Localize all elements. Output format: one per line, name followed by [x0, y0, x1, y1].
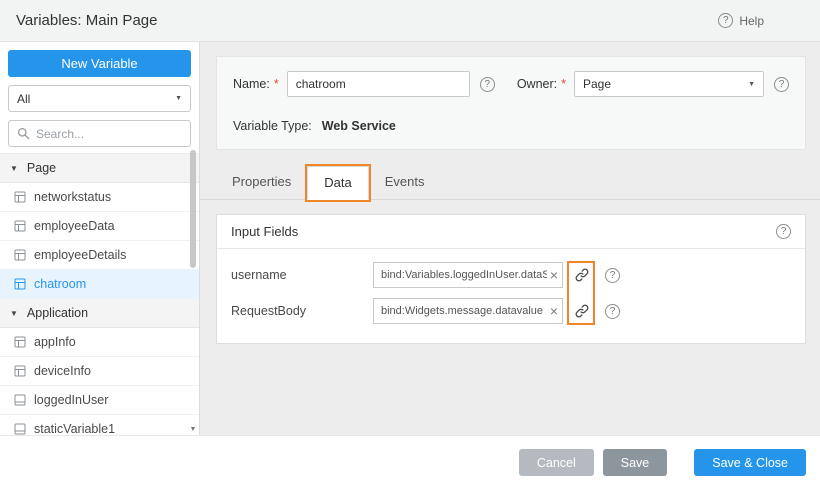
- help-label: Help: [739, 14, 764, 28]
- bind-link-icon[interactable]: [571, 299, 593, 323]
- tree-group-page[interactable]: ▼ Page: [0, 154, 199, 183]
- new-variable-button[interactable]: New Variable: [8, 50, 191, 77]
- clear-icon[interactable]: ×: [550, 304, 558, 318]
- owner-value: Page: [583, 77, 611, 91]
- help-icon: ?: [718, 13, 733, 28]
- search-icon: [17, 127, 30, 140]
- tree-item-label: networkstatus: [34, 190, 111, 204]
- help-button[interactable]: ? Help: [718, 13, 764, 28]
- filter-value: All: [17, 92, 30, 106]
- sidebar-scrollbar[interactable]: ▼: [189, 150, 197, 433]
- input-fields-help-icon[interactable]: ?: [776, 224, 791, 239]
- variable-icon: [14, 249, 26, 261]
- collapse-caret-icon: ▼: [10, 309, 18, 318]
- input-fields-panel: Input Fields ? username bind:Variables.l…: [216, 214, 806, 344]
- header: Variables: Main Page ? Help: [0, 0, 820, 42]
- filter-dropdown[interactable]: All ▼: [8, 85, 191, 112]
- username-help-icon[interactable]: ?: [605, 268, 620, 283]
- page-title: Variables: Main Page: [16, 12, 157, 29]
- tree-item-deviceinfo[interactable]: deviceInfo: [0, 357, 199, 386]
- tree-item-label: employeeDetails: [34, 248, 126, 262]
- tree-item-label: loggedInUser: [34, 393, 108, 407]
- tree-item-label: staticVariable1: [34, 422, 115, 435]
- chevron-down-icon: ▼: [175, 95, 182, 102]
- bind-expression: bind:Widgets.message.datavalue: [381, 305, 547, 317]
- name-input[interactable]: [287, 71, 470, 97]
- variable-icon: [14, 423, 26, 435]
- panel-title: Input Fields: [231, 224, 298, 239]
- variables-dialog: Variables: Main Page ? Help New Variable…: [0, 0, 820, 489]
- tree-item-employeedata[interactable]: employeeData: [0, 212, 199, 241]
- name-label: Name:: [233, 77, 270, 91]
- tree-item-chatroom[interactable]: chatroom: [0, 270, 199, 299]
- variable-icon: [14, 394, 26, 406]
- input-field-row-username: username bind:Variables.loggedInUser.dat…: [231, 257, 791, 293]
- clear-icon[interactable]: ×: [550, 268, 558, 282]
- requestbody-help-icon[interactable]: ?: [605, 304, 620, 319]
- variable-icon: [14, 278, 26, 290]
- owner-dropdown[interactable]: Page ▼: [574, 71, 764, 97]
- tree-item-label: deviceInfo: [34, 364, 91, 378]
- owner-label: Owner:: [517, 77, 557, 91]
- variable-tree: ▼ Page networkstatus employeeData employ…: [0, 153, 199, 435]
- cancel-button[interactable]: Cancel: [519, 449, 594, 476]
- collapse-caret-icon: ▼: [10, 164, 18, 173]
- chevron-down-icon: ▼: [748, 81, 755, 88]
- username-bind-input[interactable]: bind:Variables.loggedInUser.dataSet.na ×: [373, 262, 563, 288]
- tree-group-label: Page: [27, 161, 56, 175]
- search-box: [8, 120, 191, 147]
- tree-item-label: appInfo: [34, 335, 76, 349]
- field-label: RequestBody: [231, 304, 373, 318]
- tab-data[interactable]: Data: [307, 166, 368, 200]
- tree-group-label: Application: [27, 306, 88, 320]
- save-button[interactable]: Save: [603, 449, 668, 476]
- tab-events[interactable]: Events: [369, 166, 441, 199]
- tree-item-loggedinuser[interactable]: loggedInUser: [0, 386, 199, 415]
- bind-expression: bind:Variables.loggedInUser.dataSet.na: [381, 269, 547, 281]
- required-marker: *: [561, 77, 566, 91]
- required-marker: *: [274, 77, 279, 91]
- tab-bar: Properties Data Events: [200, 166, 820, 200]
- field-label: username: [231, 268, 373, 282]
- tree-item-employeedetails[interactable]: employeeDetails: [0, 241, 199, 270]
- variable-icon: [14, 220, 26, 232]
- input-field-row-requestbody: RequestBody bind:Widgets.message.dataval…: [231, 293, 791, 329]
- variable-icon: [14, 191, 26, 203]
- bind-link-icon[interactable]: [571, 263, 593, 287]
- variable-form: Name: * ? Owner: * Page ▼ ? V: [216, 56, 806, 150]
- name-help-icon[interactable]: ?: [480, 77, 495, 92]
- tree-group-application[interactable]: ▼ Application: [0, 299, 199, 328]
- variable-icon: [14, 365, 26, 377]
- variable-type-value: Web Service: [322, 119, 396, 133]
- main-content: Name: * ? Owner: * Page ▼ ? V: [200, 42, 820, 435]
- footer-actions: Cancel Save Save & Close: [0, 435, 820, 489]
- scrollbar-thumb[interactable]: [190, 150, 196, 268]
- tree-item-staticvariable1[interactable]: staticVariable1: [0, 415, 199, 435]
- tab-properties[interactable]: Properties: [216, 166, 307, 199]
- tree-item-appinfo[interactable]: appInfo: [0, 328, 199, 357]
- requestbody-bind-input[interactable]: bind:Widgets.message.datavalue ×: [373, 298, 563, 324]
- owner-help-icon[interactable]: ?: [774, 77, 789, 92]
- save-and-close-button[interactable]: Save & Close: [694, 449, 806, 476]
- variable-type-label: Variable Type:: [233, 119, 312, 133]
- tree-item-label: chatroom: [34, 277, 86, 291]
- tree-item-label: employeeData: [34, 219, 115, 233]
- search-input[interactable]: [36, 127, 182, 141]
- sidebar: New Variable All ▼ ▼ Page networkstatus: [0, 42, 200, 435]
- variable-icon: [14, 336, 26, 348]
- scroll-down-icon[interactable]: ▼: [189, 426, 197, 433]
- tree-item-networkstatus[interactable]: networkstatus: [0, 183, 199, 212]
